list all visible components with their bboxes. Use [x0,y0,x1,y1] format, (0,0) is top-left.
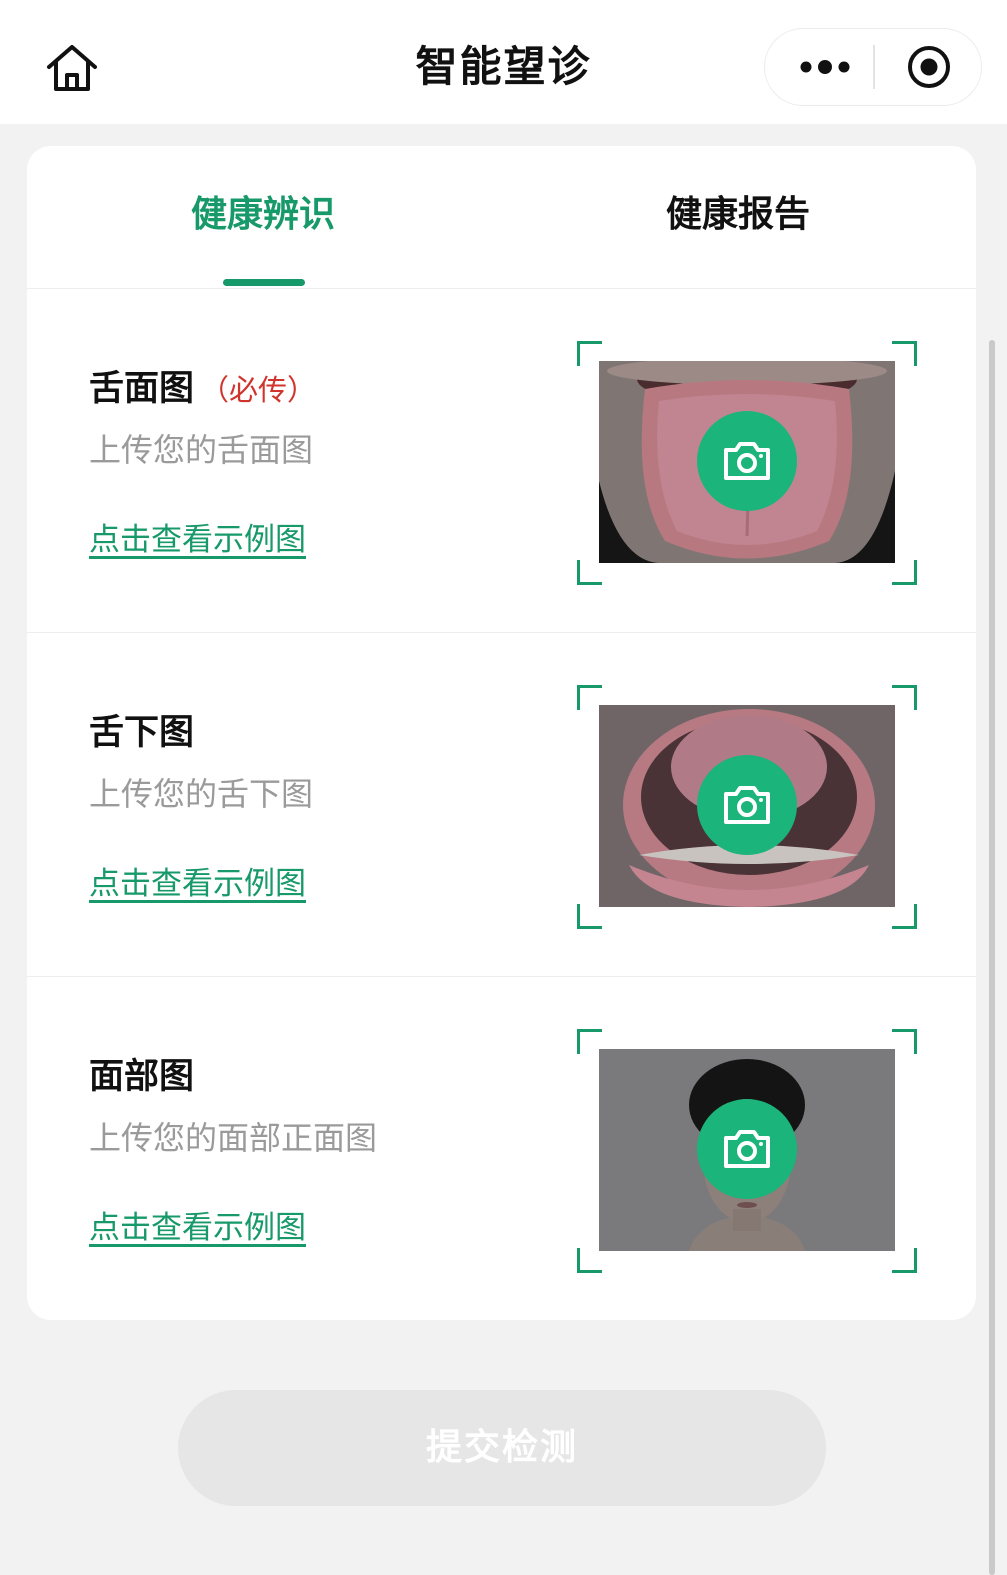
vertical-scrollbar[interactable] [989,340,995,1575]
frame-corner [892,560,917,585]
face-sample-image [599,1049,895,1251]
target-close-icon [908,46,950,88]
camera-icon [724,442,770,480]
frame-corner [892,685,917,710]
more-button[interactable] [783,29,867,105]
row-subtitle: 上传您的面部正面图 [89,1119,378,1157]
row-title-text: 舌面图 [89,369,195,409]
tab-bar: 健康辨识 健康报告 [27,146,976,289]
frame-corner [892,1029,917,1054]
row-title: 舌下图 [89,707,194,759]
camera-button[interactable] [697,1099,797,1199]
capsule-menu [764,28,982,106]
frame-corner [577,560,602,585]
row-title: 面部图 [89,1051,194,1103]
under-tongue-sample-image [599,705,895,907]
tab-health-report[interactable]: 健康报告 [588,190,888,240]
camera-icon [724,786,770,824]
more-dots-icon [800,60,850,74]
camera-button[interactable] [697,755,797,855]
capsule-divider [873,45,875,89]
upload-frame[interactable] [577,341,917,585]
upload-row-under-tongue: 舌下图 上传您的舌下图 点击查看示例图 [27,633,976,977]
upload-row-tongue-surface: 舌面图 （必传） 上传您的舌面图 点击查看示例图 [27,289,976,633]
upload-card: 健康辨识 健康报告 舌面图 （必传） 上传您的舌面图 点击查看示例图 舌下图 上… [27,146,976,1320]
submit-detection-button[interactable]: 提交检测 [178,1390,826,1506]
row-title: 舌面图 （必传） [89,363,316,416]
nav-bar: 智能望诊 [0,0,1007,124]
frame-corner [892,904,917,929]
row-subtitle: 上传您的舌面图 [89,431,314,469]
row-title-text: 舌下图 [89,713,195,753]
upload-row-face: 面部图 上传您的面部正面图 点击查看示例图 [27,977,976,1320]
frame-corner [577,1248,602,1273]
row-title-text: 面部图 [89,1057,195,1097]
frame-corner [892,1248,917,1273]
tab-active-indicator [223,279,305,286]
frame-corner [892,341,917,366]
upload-frame[interactable] [577,1029,917,1273]
required-label: （必传） [200,373,317,407]
view-example-link[interactable]: 点击查看示例图 [89,517,306,563]
camera-icon [724,1130,770,1168]
view-example-link[interactable]: 点击查看示例图 [89,861,306,907]
upload-frame[interactable] [577,685,917,929]
view-example-link[interactable]: 点击查看示例图 [89,1205,306,1251]
frame-corner [577,904,602,929]
tongue-surface-sample-image [599,361,895,563]
tab-health-identify[interactable]: 健康辨识 [113,190,413,240]
camera-button[interactable] [697,411,797,511]
close-button[interactable] [891,29,967,105]
row-subtitle: 上传您的舌下图 [89,775,314,813]
